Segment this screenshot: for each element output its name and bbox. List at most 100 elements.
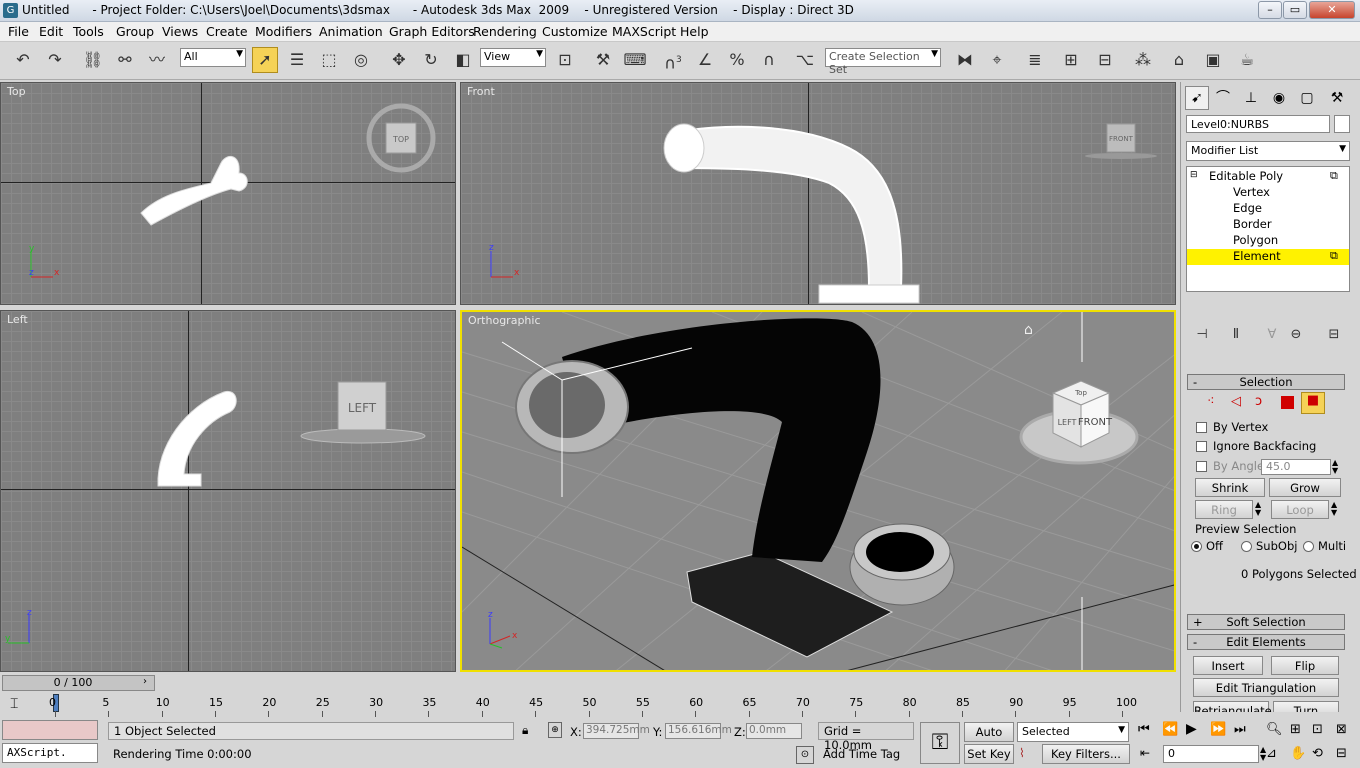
utilities-tab-icon[interactable]: ⚒ bbox=[1325, 86, 1349, 110]
unlink-icon[interactable]: ⚯ bbox=[112, 47, 138, 73]
stack-item-edge[interactable]: Edge bbox=[1233, 201, 1262, 215]
time-tag-icon[interactable]: ⊙ bbox=[796, 746, 814, 764]
rectangular-selection-icon[interactable]: ⬚ bbox=[316, 47, 342, 73]
vertex-mode-icon[interactable]: ⁖ bbox=[1207, 394, 1215, 409]
curve-editor-icon[interactable]: ⊞ bbox=[1058, 47, 1084, 73]
preview-multi-radio[interactable] bbox=[1303, 541, 1314, 552]
zoom-icon[interactable]: 🔍︎ bbox=[1266, 722, 1283, 737]
snaps-toggle-icon[interactable]: ∩3 bbox=[660, 47, 686, 73]
track-bar[interactable]: ⌶ 0 5 10 15 20 25 30 35 40 45 50 55 60 65 70 75 80 85 90 95… bbox=[0, 692, 1180, 718]
element-mode-icon[interactable]: ■ bbox=[1301, 392, 1325, 414]
zoom-extents-icon[interactable]: ⊡ bbox=[1312, 722, 1323, 737]
modifier-list-dropdown[interactable]: Modifier List ▼ bbox=[1186, 141, 1350, 161]
align-icon[interactable]: ⌖ bbox=[984, 47, 1010, 73]
preview-subobj-radio[interactable] bbox=[1241, 541, 1252, 552]
edge-mode-icon[interactable]: ◁ bbox=[1231, 394, 1241, 409]
next-frame-icon[interactable]: › bbox=[143, 676, 147, 687]
window-crossing-icon[interactable]: ◎ bbox=[348, 47, 374, 73]
motion-tab-icon[interactable]: ◉ bbox=[1267, 86, 1291, 110]
spinner-snap-icon[interactable]: ∩ bbox=[756, 47, 782, 73]
menu-help[interactable]: Help bbox=[680, 24, 709, 39]
set-key-button[interactable]: Set Key bbox=[964, 744, 1014, 764]
grow-button[interactable]: Grow bbox=[1269, 478, 1341, 497]
collapse-toggle-icon[interactable]: ⊟ bbox=[1190, 170, 1198, 180]
pan-icon[interactable]: ✋ bbox=[1290, 746, 1306, 761]
nurbs-object-top-view[interactable] bbox=[131, 143, 261, 233]
pin-stack-icon[interactable]: ⊣ bbox=[1189, 322, 1215, 348]
set-key-icon[interactable]: ⚿ bbox=[920, 722, 960, 764]
maximize-button[interactable]: ▭ bbox=[1283, 1, 1307, 19]
modify-tab-icon[interactable]: ⌒ bbox=[1211, 86, 1235, 110]
y-coordinate-field[interactable]: 156.616mm bbox=[665, 723, 732, 739]
lock-icon[interactable]: 🔒︎ bbox=[522, 723, 528, 738]
menu-modifiers[interactable]: Modifiers bbox=[255, 24, 312, 39]
stack-item-border[interactable]: Border bbox=[1233, 217, 1272, 231]
undo-icon[interactable]: ↶ bbox=[10, 47, 36, 73]
viewcube-top[interactable]: TOP bbox=[366, 103, 436, 173]
preview-off-radio[interactable] bbox=[1191, 541, 1202, 552]
play-icon[interactable]: ▶ bbox=[1186, 721, 1197, 737]
maximize-viewport-icon[interactable]: ⊟ bbox=[1336, 746, 1347, 761]
viewport-label-left[interactable]: Left bbox=[7, 313, 28, 326]
menu-graph-editors[interactable]: Graph Editors bbox=[389, 24, 475, 39]
time-slider-track[interactable]: 0 / 100 › bbox=[2, 675, 155, 691]
layer-manager-icon[interactable]: ≣ bbox=[1022, 47, 1048, 73]
stack-item-editable-poly[interactable]: Editable Poly bbox=[1209, 169, 1283, 183]
soft-selection-rollout-header[interactable]: + Soft Selection bbox=[1187, 614, 1345, 630]
z-coordinate-field[interactable]: 0.0mm bbox=[746, 723, 802, 739]
menu-maxscript[interactable]: MAXScript bbox=[612, 24, 676, 39]
menu-customize[interactable]: Customize bbox=[542, 24, 608, 39]
angle-snap-icon[interactable]: ∠ bbox=[692, 47, 718, 73]
by-angle-checkbox[interactable] bbox=[1196, 461, 1207, 472]
previous-frame-icon[interactable]: ⏪ bbox=[1162, 722, 1178, 737]
nurbs-object-shaded[interactable] bbox=[462, 312, 1176, 672]
move-icon[interactable]: ✥ bbox=[386, 47, 412, 73]
rotate-icon[interactable]: ↻ bbox=[418, 47, 444, 73]
orbit-icon[interactable]: ⟲ bbox=[1312, 746, 1323, 761]
close-button[interactable]: ✕ bbox=[1309, 1, 1355, 19]
modifier-stack[interactable]: ⊟ Editable Poly ⧉ Vertex Edge Border Pol… bbox=[1186, 166, 1350, 292]
scale-icon[interactable]: ◧ bbox=[450, 47, 476, 73]
object-name-field[interactable]: Level0:NURBS bbox=[1186, 115, 1330, 133]
key-mode-toggle-icon[interactable]: ⇤ bbox=[1140, 746, 1150, 760]
menu-tools[interactable]: Tools bbox=[73, 24, 104, 39]
retriangulate-button[interactable]: Retriangulate bbox=[1193, 701, 1272, 712]
redo-icon[interactable]: ↷ bbox=[42, 47, 68, 73]
add-time-tag-button[interactable]: Add Time Tag bbox=[818, 746, 914, 764]
named-selection-set-dropdown[interactable]: Create Selection Set ▼ bbox=[825, 48, 941, 76]
render-setup-icon[interactable]: ⌂ bbox=[1166, 47, 1192, 73]
stack-item-vertex[interactable]: Vertex bbox=[1233, 185, 1270, 199]
go-to-start-icon[interactable]: ⏮ bbox=[1138, 722, 1150, 737]
viewcube-left[interactable]: LEFT bbox=[296, 376, 431, 448]
absolute-mode-icon[interactable]: ⊕ bbox=[548, 722, 562, 738]
material-editor-icon[interactable]: ⁂ bbox=[1130, 47, 1156, 73]
minimize-button[interactable]: – bbox=[1258, 1, 1282, 19]
configure-modifier-sets-icon[interactable]: ⊟ bbox=[1321, 322, 1347, 348]
home-icon[interactable]: ⌂ bbox=[1024, 322, 1033, 338]
schematic-view-icon[interactable]: ⊟ bbox=[1092, 47, 1118, 73]
mirror-icon[interactable]: ⧓ bbox=[952, 47, 978, 73]
nurbs-object-left-view[interactable] bbox=[146, 386, 246, 496]
select-object-icon[interactable]: ➚ bbox=[252, 47, 278, 73]
polygon-mode-icon[interactable] bbox=[1281, 396, 1294, 409]
zoom-all-icon[interactable]: ⊞ bbox=[1290, 722, 1301, 737]
insert-vertex-button[interactable]: Insert Vertex bbox=[1193, 656, 1263, 691]
flip-button[interactable]: Flip bbox=[1271, 656, 1339, 675]
viewport-orthographic[interactable]: Orthographic ⌂ Top FRONT LEFT z x bbox=[460, 310, 1176, 672]
go-to-end-icon[interactable]: ⏭ bbox=[1234, 722, 1246, 737]
menu-group[interactable]: Group bbox=[116, 24, 154, 39]
x-coordinate-field[interactable]: 394.725mm bbox=[583, 723, 650, 739]
stack-item-element[interactable]: Element bbox=[1233, 249, 1281, 263]
loop-button[interactable]: Loop bbox=[1271, 500, 1329, 519]
loop-spinner-icon[interactable]: ▲ ▼ bbox=[1331, 501, 1337, 517]
bind-space-warp-icon[interactable]: 〰 bbox=[144, 47, 170, 73]
viewport-top[interactable]: Top TOP y x z bbox=[0, 82, 456, 305]
mini-curve-editor-icon[interactable]: ⌶ bbox=[10, 696, 18, 712]
menu-edit[interactable]: Edit bbox=[39, 24, 63, 39]
select-manipulate-icon[interactable]: ⚒ bbox=[590, 47, 616, 73]
key-mode-dropdown[interactable]: Selected ▼ bbox=[1017, 722, 1129, 742]
next-frame-icon[interactable]: ⏩ bbox=[1210, 722, 1226, 737]
selection-rollout-header[interactable]: - Selection bbox=[1187, 374, 1345, 390]
key-tangent-icon[interactable]: ⌇ bbox=[1019, 746, 1025, 760]
select-and-link-icon[interactable]: ⛓ bbox=[80, 47, 106, 73]
